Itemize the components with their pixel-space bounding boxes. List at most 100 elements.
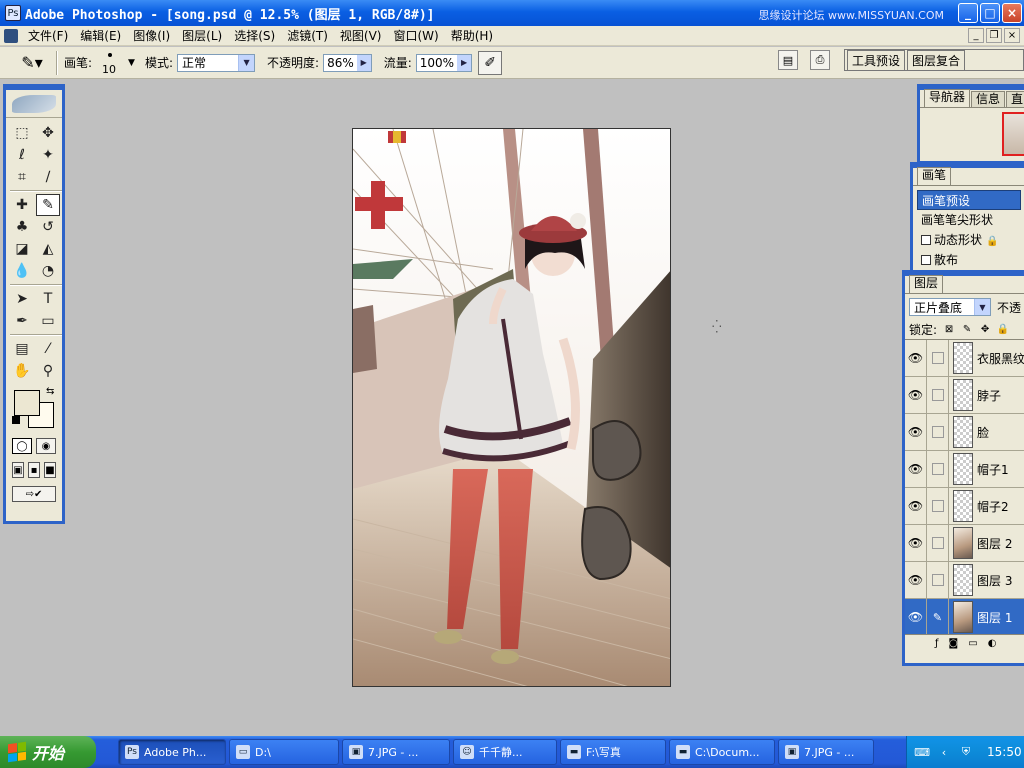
- tab-layers[interactable]: 图层: [909, 275, 944, 293]
- blend-mode-select[interactable]: 正片叠底 ▼: [909, 298, 991, 316]
- chevron-down-icon[interactable]: ▼: [973, 299, 990, 315]
- brush-size-picker[interactable]: 10: [96, 51, 124, 76]
- shape-tool-icon[interactable]: ▭: [36, 310, 60, 332]
- default-colors-icon[interactable]: [12, 416, 20, 424]
- navigator-thumbnail[interactable]: [1002, 112, 1024, 156]
- tab-navigator[interactable]: 导航器: [924, 89, 971, 107]
- task-image-viewer[interactable]: ▣ 7.JPG - ...: [342, 739, 450, 765]
- menu-layer[interactable]: 图层(L): [176, 27, 228, 44]
- screen-mode-full-icon[interactable]: ■: [44, 462, 56, 478]
- hand-tool-icon[interactable]: ✋: [10, 360, 34, 382]
- standard-mode-button[interactable]: ◯: [12, 438, 32, 454]
- scattering-item[interactable]: 散布: [917, 250, 1021, 270]
- maximize-button[interactable]: □: [980, 3, 1000, 23]
- task-music-player[interactable]: ☺ 千千静...: [453, 739, 557, 765]
- menu-select[interactable]: 选择(S): [228, 27, 281, 44]
- pen-tool-icon[interactable]: ✒: [10, 310, 34, 332]
- paint-bucket-icon[interactable]: ◭: [36, 238, 60, 260]
- shape-dynamics-item[interactable]: 动态形状 🔒: [917, 230, 1021, 250]
- chevron-right-icon[interactable]: ▶: [457, 54, 472, 71]
- brush-tool-preset-icon[interactable]: ✎▾: [14, 51, 50, 75]
- tab-histogram[interactable]: 直: [1006, 91, 1024, 107]
- task-folder-photos[interactable]: ▬ F:\写真: [560, 739, 666, 765]
- jump-to-imageready-button[interactable]: ⇨✔: [12, 486, 56, 502]
- layer-link-cell[interactable]: [927, 413, 949, 451]
- layer-link-cell[interactable]: [927, 376, 949, 414]
- tab-tool-presets[interactable]: 工具预设: [847, 50, 906, 70]
- tab-brushes[interactable]: 画笔: [917, 167, 952, 185]
- menu-edit[interactable]: 编辑(E): [74, 27, 127, 44]
- eye-icon[interactable]: 👁: [905, 413, 927, 451]
- lock-all-icon[interactable]: 🔒: [997, 324, 1009, 336]
- menu-image[interactable]: 图像(I): [127, 27, 176, 44]
- menu-help[interactable]: 帮助(H): [445, 27, 499, 44]
- photoshop-app-icon[interactable]: Ps: [5, 5, 21, 21]
- layer-link-cell[interactable]: [927, 340, 949, 377]
- healing-brush-icon[interactable]: ✚: [10, 194, 34, 216]
- menu-window[interactable]: 窗口(W): [387, 27, 444, 44]
- eye-icon[interactable]: 👁: [905, 376, 927, 414]
- chevron-down-icon[interactable]: ▼: [238, 54, 255, 71]
- clock[interactable]: 15:50: [987, 745, 1022, 759]
- shape-dynamics-checkbox[interactable]: [921, 235, 931, 245]
- palette-menu-icon[interactable]: ▤: [778, 50, 798, 70]
- layer-link-cell[interactable]: [927, 450, 949, 488]
- zoom-tool-icon[interactable]: ⚲: [36, 360, 60, 382]
- layer-link-cell[interactable]: [927, 524, 949, 562]
- layer-row[interactable]: 👁 图层 3: [905, 561, 1024, 599]
- type-tool-icon[interactable]: T: [36, 288, 60, 310]
- scattering-checkbox[interactable]: [921, 255, 931, 265]
- task-folder-documents[interactable]: ▬ C:\Docum...: [669, 739, 775, 765]
- magic-wand-icon[interactable]: ✦: [36, 144, 60, 166]
- adjustment-layer-icon[interactable]: ◐: [988, 638, 997, 650]
- dodge-tool-icon[interactable]: ◔: [36, 260, 60, 282]
- eyedropper-icon[interactable]: ⁄: [36, 338, 60, 360]
- tab-info[interactable]: 信息: [971, 91, 1006, 107]
- screen-mode-standard-icon[interactable]: ▣: [12, 462, 24, 478]
- layer-mask-icon[interactable]: ◙: [949, 638, 959, 650]
- menu-filter[interactable]: 滤镜(T): [281, 27, 334, 44]
- new-set-icon[interactable]: ▭: [968, 638, 977, 650]
- chevron-down-icon[interactable]: ▼: [128, 58, 135, 68]
- task-photoshop[interactable]: Ps Adobe Ph...: [118, 739, 226, 765]
- mode-select[interactable]: 正常 ▼: [177, 53, 256, 72]
- quick-mask-button[interactable]: ◉: [36, 438, 56, 454]
- brush-presets-item[interactable]: 画笔预设: [917, 190, 1021, 210]
- menu-file[interactable]: 文件(F): [22, 27, 74, 44]
- doc-restore-button[interactable]: ❐: [986, 28, 1002, 43]
- marquee-tool-icon[interactable]: ⬚: [10, 122, 34, 144]
- history-brush-icon[interactable]: ↺: [36, 216, 60, 238]
- notes-tool-icon[interactable]: ▤: [10, 338, 34, 360]
- layer-row[interactable]: 👁 帽子2: [905, 487, 1024, 525]
- document-icon[interactable]: [4, 28, 18, 43]
- clone-stamp-icon[interactable]: ♣: [10, 216, 34, 238]
- minimize-button[interactable]: _: [958, 3, 978, 23]
- lock-image-icon[interactable]: ✎: [961, 324, 973, 336]
- task-image-viewer-2[interactable]: ▣ 7.JPG - ...: [778, 739, 874, 765]
- eye-icon[interactable]: 👁: [905, 450, 927, 488]
- opacity-field[interactable]: 86% ▶: [323, 53, 372, 72]
- eye-icon[interactable]: 👁: [905, 340, 927, 377]
- layer-row[interactable]: 👁 衣服黑纹: [905, 340, 1024, 377]
- eye-icon[interactable]: 👁: [905, 561, 927, 599]
- print-icon[interactable]: ⎙: [810, 50, 830, 70]
- layer-link-cell[interactable]: [927, 561, 949, 599]
- airbrush-toggle[interactable]: ✐: [478, 50, 503, 75]
- blur-tool-icon[interactable]: 💧: [10, 260, 34, 282]
- task-drive-d[interactable]: ▭ D:\: [229, 739, 339, 765]
- adobe-online-button[interactable]: [6, 90, 62, 118]
- layer-row[interactable]: 👁 脖子: [905, 376, 1024, 414]
- doc-close-button[interactable]: ×: [1004, 28, 1020, 43]
- crop-tool-icon[interactable]: ⌗: [10, 166, 34, 188]
- close-button[interactable]: ×: [1002, 3, 1022, 23]
- lock-transparent-icon[interactable]: ⊠: [943, 324, 955, 336]
- security-shield-icon[interactable]: ⛨: [959, 745, 973, 759]
- keyboard-icon[interactable]: ⌨: [914, 745, 930, 759]
- document-canvas[interactable]: [352, 128, 671, 687]
- start-button[interactable]: 开始: [0, 736, 96, 768]
- lock-position-icon[interactable]: ✥: [979, 324, 991, 336]
- lasso-tool-icon[interactable]: ℓ: [10, 144, 34, 166]
- brush-tool-icon[interactable]: ✎: [36, 194, 60, 216]
- chevron-left-icon[interactable]: ‹: [937, 745, 951, 759]
- menu-view[interactable]: 视图(V): [334, 27, 388, 44]
